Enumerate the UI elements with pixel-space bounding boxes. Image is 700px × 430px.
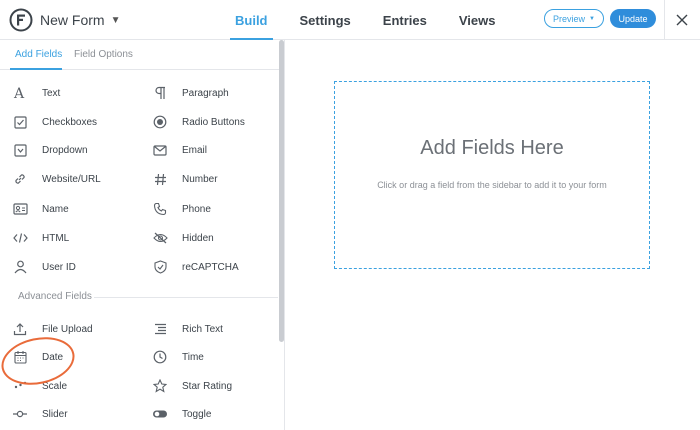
dropdown-icon bbox=[12, 142, 28, 158]
nav-views[interactable]: Views bbox=[454, 0, 501, 40]
sidebar-scrollbar[interactable] bbox=[279, 40, 284, 342]
header-divider bbox=[664, 0, 665, 40]
link-icon bbox=[12, 171, 28, 187]
field-recaptcha[interactable]: reCAPTCHA bbox=[152, 257, 239, 277]
field-label: Star Rating bbox=[182, 380, 233, 392]
text-icon: A bbox=[12, 85, 28, 101]
field-label: Date bbox=[42, 351, 64, 363]
field-label: reCAPTCHA bbox=[182, 261, 239, 273]
field-label: Time bbox=[182, 351, 204, 363]
field-slider[interactable]: Slider bbox=[12, 404, 68, 424]
phone-icon bbox=[152, 201, 168, 217]
field-label: Paragraph bbox=[182, 87, 229, 99]
main-nav: Build Settings Entries Views bbox=[230, 0, 523, 40]
add-fields-dropzone[interactable]: Add Fields Here Click or drag a field fr… bbox=[334, 81, 650, 269]
hash-icon bbox=[152, 171, 168, 187]
radio-icon bbox=[152, 114, 168, 130]
slider-icon bbox=[12, 406, 28, 422]
field-website-url[interactable]: Website/URL bbox=[12, 169, 101, 189]
tab-add-fields[interactable]: Add Fields bbox=[15, 49, 62, 60]
form-title: New Form bbox=[40, 12, 105, 28]
field-radio-buttons[interactable]: Radio Buttons bbox=[152, 112, 245, 132]
field-scale[interactable]: Scale bbox=[12, 376, 67, 396]
fields-sidebar: Add Fields Field Options A Text Checkbox… bbox=[0, 40, 285, 430]
field-email[interactable]: Email bbox=[152, 140, 207, 160]
form-title-dropdown[interactable]: New Form ▼ bbox=[40, 12, 120, 28]
close-button[interactable] bbox=[672, 10, 692, 30]
dropzone-hint: Click or drag a field from the sidebar t… bbox=[377, 180, 607, 190]
field-label: Scale bbox=[42, 380, 68, 392]
email-icon bbox=[152, 142, 168, 158]
field-star-rating[interactable]: Star Rating bbox=[152, 376, 232, 396]
name-card-icon bbox=[12, 201, 28, 217]
preview-label: Preview bbox=[553, 13, 586, 24]
field-dropdown[interactable]: Dropdown bbox=[12, 140, 88, 160]
field-phone[interactable]: Phone bbox=[152, 199, 211, 219]
field-label: File Upload bbox=[42, 323, 93, 335]
field-label: User ID bbox=[42, 261, 76, 273]
section-divider bbox=[94, 297, 278, 298]
tab-field-options[interactable]: Field Options bbox=[74, 49, 133, 60]
field-label: Text bbox=[42, 87, 61, 99]
field-label: Checkboxes bbox=[42, 116, 98, 128]
checkbox-icon bbox=[12, 114, 28, 130]
sidebar-tabs: Add Fields Field Options bbox=[0, 40, 279, 70]
formidable-logo-icon[interactable] bbox=[9, 8, 33, 32]
user-icon bbox=[12, 259, 28, 275]
toggle-icon bbox=[152, 406, 168, 422]
field-hidden[interactable]: Hidden bbox=[152, 228, 214, 248]
field-label: Dropdown bbox=[42, 144, 88, 156]
field-label: Slider bbox=[42, 408, 68, 420]
nav-settings[interactable]: Settings bbox=[295, 0, 356, 40]
field-time[interactable]: Time bbox=[152, 347, 204, 367]
advanced-fields-heading: Advanced Fields bbox=[18, 291, 92, 302]
field-number[interactable]: Number bbox=[152, 169, 218, 189]
field-paragraph[interactable]: Paragraph bbox=[152, 83, 229, 103]
field-label: Number bbox=[182, 173, 218, 185]
svg-text:A: A bbox=[13, 86, 25, 100]
field-label: Rich Text bbox=[182, 323, 223, 335]
clock-icon bbox=[152, 349, 168, 365]
field-file-upload[interactable]: File Upload bbox=[12, 319, 93, 339]
close-icon bbox=[676, 14, 688, 26]
field-label: Radio Buttons bbox=[182, 116, 245, 128]
field-label: Toggle bbox=[182, 408, 212, 420]
nav-entries[interactable]: Entries bbox=[378, 0, 432, 40]
field-date[interactable]: Date bbox=[12, 347, 63, 367]
upload-icon bbox=[12, 321, 28, 337]
scale-icon bbox=[12, 378, 28, 394]
field-rich-text[interactable]: Rich Text bbox=[152, 319, 223, 339]
top-bar: New Form ▼ Build Settings Entries Views … bbox=[0, 0, 700, 40]
update-button[interactable]: Update bbox=[610, 9, 656, 28]
rich-text-icon bbox=[152, 321, 168, 337]
field-label: Name bbox=[42, 203, 69, 215]
field-name[interactable]: Name bbox=[12, 199, 69, 219]
nav-build[interactable]: Build bbox=[230, 0, 273, 40]
field-label: Website/URL bbox=[42, 173, 101, 185]
field-text[interactable]: A Text bbox=[12, 83, 60, 103]
field-toggle[interactable]: Toggle bbox=[152, 404, 211, 424]
field-label: HTML bbox=[42, 232, 70, 244]
caret-down-icon: ▼ bbox=[110, 14, 121, 26]
calendar-icon bbox=[12, 349, 28, 365]
field-checkboxes[interactable]: Checkboxes bbox=[12, 112, 97, 132]
code-icon bbox=[12, 230, 28, 246]
field-user-id[interactable]: User ID bbox=[12, 257, 76, 277]
paragraph-icon bbox=[152, 85, 168, 101]
star-icon bbox=[152, 378, 168, 394]
field-label: Phone bbox=[182, 203, 211, 215]
active-tab-indicator bbox=[10, 68, 62, 70]
caret-down-icon: ▼ bbox=[589, 15, 595, 22]
field-label: Hidden bbox=[182, 232, 214, 244]
field-label: Email bbox=[182, 144, 208, 156]
field-html[interactable]: HTML bbox=[12, 228, 69, 248]
shield-icon bbox=[152, 259, 168, 275]
eye-slash-icon bbox=[152, 230, 168, 246]
preview-button[interactable]: Preview ▼ bbox=[544, 9, 604, 28]
dropzone-title: Add Fields Here bbox=[420, 137, 564, 159]
